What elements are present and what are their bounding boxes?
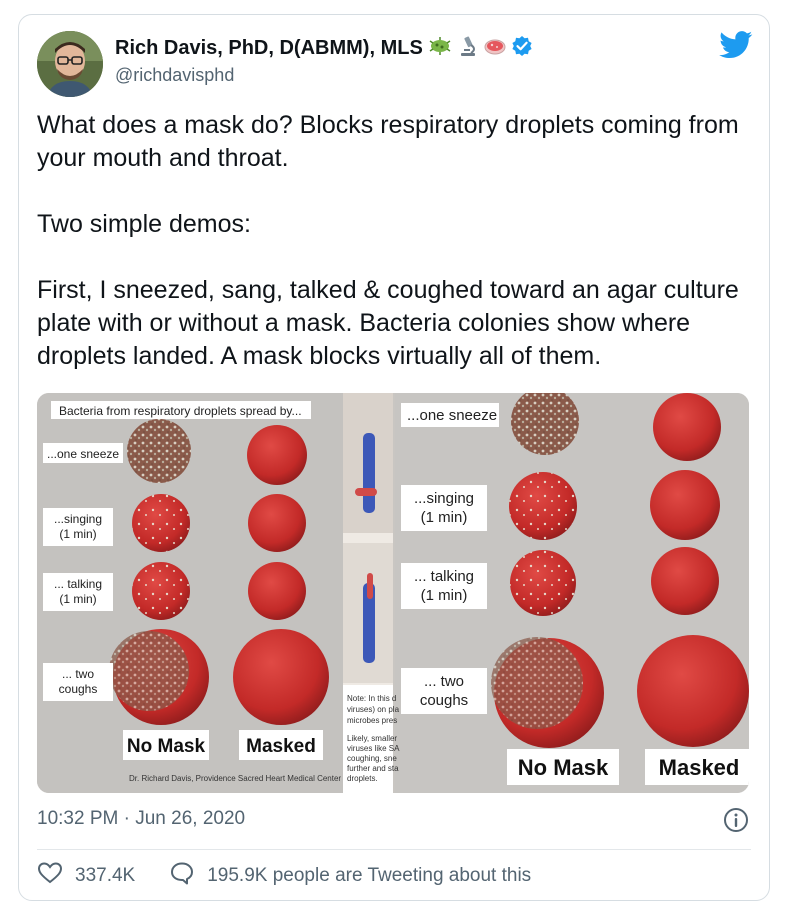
heart-icon <box>37 861 63 891</box>
left-row-label: ...one sneeze <box>47 447 119 461</box>
note-1: Note: In this d viruses) on pla microbes p… <box>347 694 400 725</box>
petri-dish-icon <box>483 35 507 62</box>
tweet-paragraph: What does a mask do? Blocks respiratory … <box>37 111 739 172</box>
tweet-media-image[interactable]: Bacteria from respiratory droplets sprea… <box>37 393 749 793</box>
tweet-paragraph: First, I sneezed, sang, talked & coughed… <box>37 276 739 370</box>
left-row-label: ...singing (1 min) <box>54 512 102 541</box>
tweet-card: Rich Davis, PhD, D(ABMM), MLS @richdavis… <box>18 14 770 901</box>
author-row: Rich Davis, PhD, D(ABMM), MLS <box>115 35 533 62</box>
like-count: 337.4K <box>75 865 136 886</box>
tweet-body: What does a mask do? Blocks respiratory … <box>37 109 753 373</box>
microbe-icon <box>427 35 453 62</box>
tweet-timestamp[interactable]: 10:32 PM · Jun 26, 2020 <box>37 808 245 830</box>
author-handle[interactable]: @richdavisphd <box>115 65 234 86</box>
left-row-label: ... talking (1 min) <box>54 577 102 606</box>
speech-bubble-icon <box>169 861 195 891</box>
right-no-mask-label: No Mask <box>518 755 609 780</box>
tweeting-about-link[interactable]: 195.9K people are Tweeting about this <box>169 861 531 891</box>
photo-credit: Dr. Richard Davis, Providence Sacred Hea… <box>129 774 341 783</box>
author-name[interactable]: Rich Davis, PhD, D(ABMM), MLS <box>115 37 423 60</box>
tweet-paragraph: Two simple demos: <box>37 210 251 238</box>
left-no-mask-label: No Mask <box>127 736 206 757</box>
divider <box>37 849 751 850</box>
right-masked-label: Masked <box>659 755 740 780</box>
tweeting-about-text: 195.9K people are Tweeting about this <box>207 865 532 886</box>
microscope-icon <box>457 35 479 62</box>
twitter-bird-icon[interactable] <box>719 31 753 64</box>
info-icon[interactable] <box>723 807 749 838</box>
agar-plates-photo: Bacteria from respiratory droplets sprea… <box>37 393 749 793</box>
avatar[interactable] <box>37 31 103 97</box>
verified-badge-icon <box>511 35 533 62</box>
right-row-label: ...one sneeze <box>407 407 497 424</box>
like-button[interactable]: 337.4K <box>37 861 135 891</box>
tweet-actions: 337.4K 195.9K people are Tweeting about … <box>37 861 531 891</box>
left-row-label: ... two coughs <box>59 667 98 696</box>
left-header-label: Bacteria from respiratory droplets sprea… <box>59 404 302 418</box>
left-masked-label: Masked <box>246 736 316 757</box>
